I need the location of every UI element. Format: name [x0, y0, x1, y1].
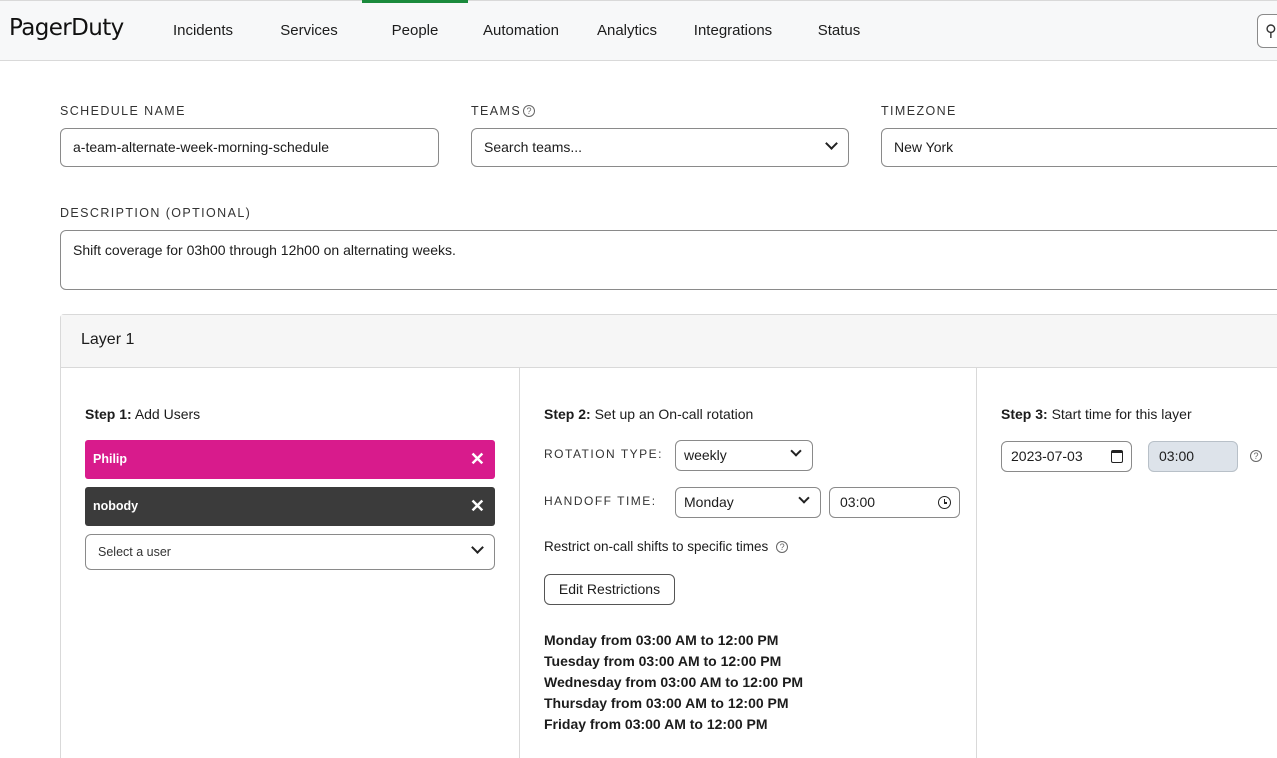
teams-label: TEAMS? [471, 104, 536, 118]
handoff-time-value: 03:00 [840, 494, 876, 510]
chevron-down-icon [825, 137, 838, 150]
column-divider [976, 368, 977, 758]
description-textarea[interactable]: Shift coverage for 03h00 through 12h00 o… [60, 230, 1277, 290]
restriction-item: Friday from 03:00 AM to 12:00 PM [544, 716, 768, 732]
chevron-down-icon [798, 492, 810, 504]
nav-incidents[interactable]: Incidents [165, 1, 241, 61]
step1-heading: Step 1: Add Users [85, 406, 200, 422]
handoff-day-select[interactable]: Monday [675, 487, 821, 518]
schedule-name-label: SCHEDULE NAME [60, 104, 186, 118]
step1-prefix: Step 1: [85, 406, 132, 422]
select-user-placeholder: Select a user [98, 545, 171, 559]
nav-people[interactable]: People [362, 0, 468, 61]
start-time-value: 03:00 [1159, 448, 1195, 464]
search-icon: ⚲ [1265, 23, 1277, 40]
nav-automation[interactable]: Automation [476, 1, 566, 61]
user-name: Philip [93, 452, 128, 466]
layer-header: Layer 1 [61, 315, 1277, 368]
top-nav: PagerDuty Incidents Services People Auto… [0, 0, 1277, 61]
timezone-label: TIMEZONE [881, 104, 957, 118]
restriction-item: Wednesday from 03:00 AM to 12:00 PM [544, 674, 804, 690]
nav-services[interactable]: Services [272, 1, 346, 61]
teams-placeholder: Search teams... [484, 139, 583, 155]
teams-label-text: TEAMS [471, 104, 522, 118]
help-icon[interactable]: ? [523, 105, 536, 117]
step2-prefix: Step 2: [544, 406, 591, 422]
chevron-down-icon [471, 541, 484, 554]
handoff-day-value: Monday [684, 494, 734, 510]
close-icon[interactable]: ✕ [470, 487, 485, 526]
column-divider [519, 368, 520, 758]
calendar-icon[interactable] [1111, 450, 1123, 463]
clock-icon[interactable] [938, 496, 951, 509]
start-date-input[interactable]: 2023-07-03 [1001, 441, 1132, 472]
step3-text: Start time for this layer [1051, 406, 1192, 422]
rotation-type-select[interactable]: weekly [675, 440, 813, 471]
select-user-dropdown[interactable]: Select a user [85, 534, 495, 570]
step3-prefix: Step 3: [1001, 406, 1048, 422]
start-date-value: 2023-07-03 [1011, 448, 1083, 464]
edit-restrictions-button[interactable]: Edit Restrictions [544, 574, 675, 605]
rotation-type-label: ROTATION TYPE: [544, 447, 664, 461]
restriction-item: Thursday from 03:00 AM to 12:00 PM [544, 695, 789, 711]
layer-title: Layer 1 [81, 331, 135, 348]
user-chip-nobody: nobody ✕ [85, 487, 495, 526]
handoff-time-label: HANDOFF TIME: [544, 494, 657, 508]
timezone-select[interactable]: New York [881, 128, 1277, 167]
help-icon[interactable]: ? [1250, 450, 1262, 462]
start-time-input: 03:00 [1148, 441, 1238, 472]
step2-heading: Step 2: Set up an On-call rotation [544, 406, 753, 422]
help-icon[interactable]: ? [776, 541, 789, 553]
step1-text: Add Users [134, 406, 201, 422]
user-chip-philip: Philip ✕ [85, 440, 495, 479]
nav-analytics[interactable]: Analytics [590, 1, 664, 61]
restriction-item: Tuesday from 03:00 AM to 12:00 PM [544, 653, 782, 669]
pagerduty-logo[interactable]: PagerDuty [9, 15, 124, 41]
teams-select[interactable]: Search teams... [471, 128, 849, 167]
restrict-label: Restrict on-call shifts to specific time… [544, 539, 789, 554]
user-name: nobody [93, 499, 139, 513]
chevron-down-icon [790, 445, 802, 457]
close-icon[interactable]: ✕ [470, 440, 485, 479]
restriction-item: Monday from 03:00 AM to 12:00 PM [544, 632, 779, 648]
nav-status[interactable]: Status [810, 1, 868, 61]
restrict-text: Restrict on-call shifts to specific time… [544, 539, 769, 554]
search-button[interactable]: ⚲ [1257, 14, 1277, 48]
nav-integrations[interactable]: Integrations [686, 1, 780, 61]
step3-heading: Step 3: Start time for this layer [1001, 406, 1192, 422]
schedule-name-input[interactable]: a-team-alternate-week-morning-schedule [60, 128, 439, 167]
description-label: DESCRIPTION (OPTIONAL) [60, 206, 252, 220]
handoff-time-input[interactable]: 03:00 [829, 487, 960, 518]
step2-text: Set up an On-call rotation [594, 406, 754, 422]
rotation-type-value: weekly [684, 447, 727, 463]
